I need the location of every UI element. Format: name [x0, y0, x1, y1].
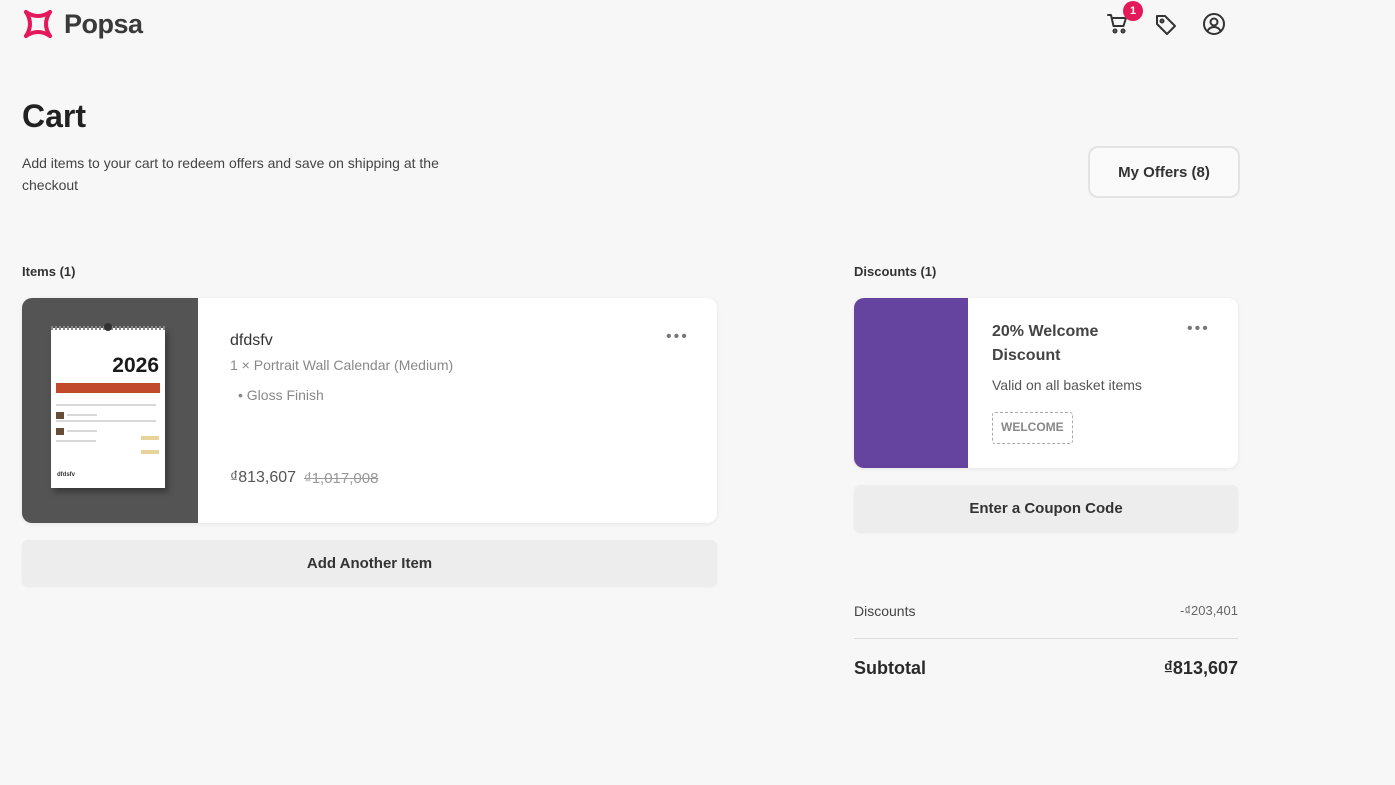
cart-button[interactable]: 1 — [1104, 1, 1143, 38]
offers-link[interactable] — [1152, 10, 1180, 38]
page-subtitle: Add items to your cart to redeem offers … — [22, 155, 439, 193]
discount-code: WELCOME — [992, 412, 1073, 444]
tag-icon — [1156, 15, 1176, 35]
item-name: dfdsfv — [230, 332, 273, 349]
discount-card: 20% Welcome Discount Valid on all basket… — [854, 298, 1238, 468]
cart-count-badge: 1 — [1123, 1, 1143, 21]
add-another-item-button[interactable]: Add Another Item — [22, 540, 717, 586]
header-actions: 1 — [1104, 1, 1228, 38]
item-description: 1 × Portrait Wall Calendar (Medium) — [230, 357, 454, 373]
summary-discounts-value: -₫203,401 — [1180, 603, 1238, 618]
calendar-preview: 2026 dfdsfv — [51, 323, 165, 488]
account-button[interactable] — [1200, 10, 1228, 38]
discount-subtitle: Valid on all basket items — [992, 377, 1142, 393]
calendar-name: dfdsfv — [57, 472, 75, 478]
brand-name: Popsa — [64, 8, 143, 39]
my-offers-button[interactable]: My Offers (8) — [1088, 146, 1240, 198]
more-options-icon[interactable]: ••• — [666, 328, 689, 346]
page-title: Cart — [22, 98, 87, 134]
summary-divider — [854, 638, 1238, 639]
brand-logo[interactable]: Popsa — [22, 8, 143, 40]
item-original-price: ₫1,017,008 — [304, 470, 379, 487]
items-heading: Items (1) — [22, 264, 76, 279]
discounts-heading: Discounts (1) — [854, 264, 937, 279]
subtotal-value: ₫813,607 — [1163, 658, 1238, 678]
item-thumbnail[interactable]: 2026 dfdsfv — [22, 298, 198, 523]
popsa-logo-icon — [24, 10, 52, 38]
enter-coupon-button[interactable]: Enter a Coupon Code — [854, 485, 1238, 532]
more-options-icon[interactable]: ••• — [1187, 320, 1210, 338]
account-icon — [1203, 13, 1225, 35]
calendar-year: 2026 — [112, 354, 159, 377]
item-option: • Gloss Finish — [238, 387, 324, 403]
item-price: ₫813,607 — [230, 469, 297, 486]
subtotal-label: Subtotal — [854, 658, 926, 678]
discount-color-swatch — [854, 298, 968, 468]
cart-item-card: 2026 dfdsfv dfdsfv 1 × Portrait Wall Cal… — [22, 298, 717, 523]
discount-title: 20% Welcome Discount — [992, 323, 1099, 364]
summary-discounts-label: Discounts — [854, 603, 916, 619]
